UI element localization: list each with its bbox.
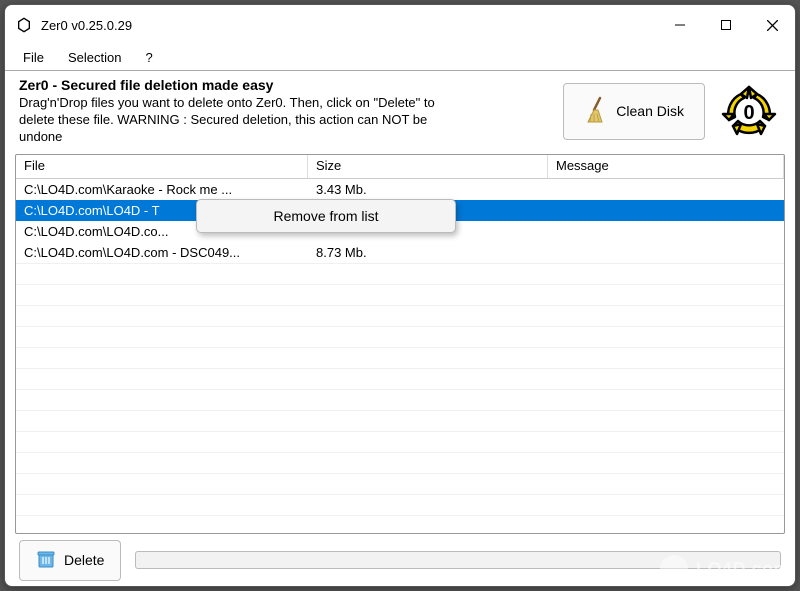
cell-file: C:\LO4D.com\Karaoke - Rock me ... (16, 182, 308, 197)
logo-text: 0 (743, 102, 754, 124)
clean-disk-label: Clean Disk (616, 103, 684, 119)
header-description: Drag'n'Drop files you want to delete ont… (19, 95, 459, 146)
delete-icon (36, 549, 56, 572)
empty-row (16, 410, 784, 431)
menu-file[interactable]: File (13, 48, 54, 67)
column-header-message[interactable]: Message (548, 155, 784, 178)
cell-file: C:\LO4D.com\LO4D.com - DSC049... (16, 245, 308, 260)
empty-row (16, 368, 784, 389)
cell-size: 3.43 Mb. (308, 182, 548, 197)
clean-disk-button[interactable]: Clean Disk (563, 83, 705, 140)
column-header-file[interactable]: File (16, 155, 308, 178)
empty-row (16, 494, 784, 515)
column-headers: File Size Message (16, 155, 784, 179)
menu-help[interactable]: ? (135, 48, 162, 67)
empty-row (16, 347, 784, 368)
header-title: Zer0 - Secured file deletion made easy (19, 77, 551, 93)
delete-label: Delete (64, 552, 104, 568)
broom-icon (584, 96, 606, 127)
empty-row (16, 431, 784, 452)
file-list[interactable]: File Size Message C:\LO4D.com\Karaoke - … (15, 154, 785, 534)
empty-row (16, 284, 784, 305)
titlebar[interactable]: Zer0 v0.25.0.29 (5, 5, 795, 45)
header-text: Zer0 - Secured file deletion made easy D… (19, 77, 551, 146)
table-row[interactable]: C:\LO4D.com\LO4D.com - DSC049... 8.73 Mb… (16, 242, 784, 263)
table-row[interactable]: C:\LO4D.com\Karaoke - Rock me ... 3.43 M… (16, 179, 784, 200)
context-menu-remove[interactable]: Remove from list (200, 203, 452, 229)
close-button[interactable] (749, 9, 795, 41)
empty-row (16, 452, 784, 473)
empty-row (16, 326, 784, 347)
menubar: File Selection ? (5, 45, 795, 71)
context-menu: Remove from list (196, 199, 456, 233)
cell-size: 8.73 Mb. (308, 245, 548, 260)
empty-row (16, 473, 784, 494)
header: Zer0 - Secured file deletion made easy D… (5, 71, 795, 154)
empty-row (16, 389, 784, 410)
empty-row (16, 305, 784, 326)
column-header-size[interactable]: Size (308, 155, 548, 178)
progress-bar (135, 551, 781, 569)
footer: Delete (5, 534, 795, 586)
app-icon (15, 16, 33, 34)
maximize-button[interactable] (703, 9, 749, 41)
app-window: Zer0 v0.25.0.29 File Selection ? Zer0 - … (4, 4, 796, 587)
app-logo: 0 (717, 83, 781, 139)
window-title: Zer0 v0.25.0.29 (41, 18, 132, 33)
delete-button[interactable]: Delete (19, 540, 121, 581)
empty-row (16, 515, 784, 534)
empty-row (16, 263, 784, 284)
minimize-button[interactable] (657, 9, 703, 41)
menu-selection[interactable]: Selection (58, 48, 131, 67)
